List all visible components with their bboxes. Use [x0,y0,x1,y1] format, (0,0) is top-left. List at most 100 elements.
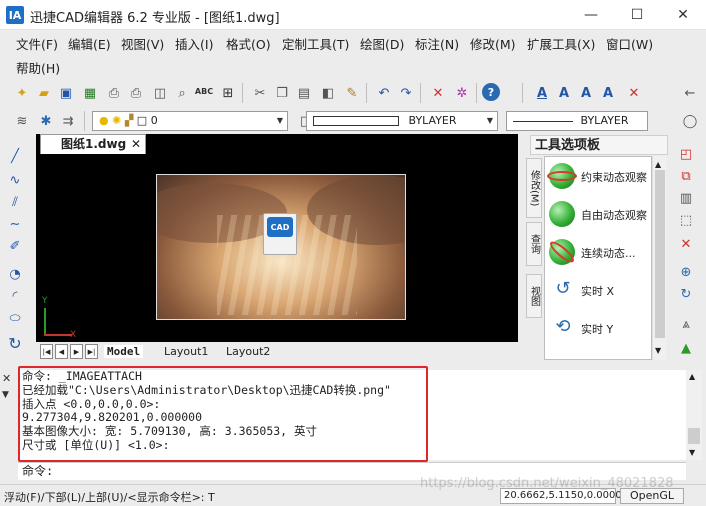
palette-item-free-orbit[interactable]: 自由动态观察 [545,197,651,233]
maximize-button[interactable]: ☐ [614,0,660,30]
menu-custom-tools[interactable]: 定制工具(T) [282,34,349,53]
menu-extend-tools[interactable]: 扩展工具(X) [527,34,595,53]
move-icon[interactable]: ⊕ [676,262,696,282]
open-icon[interactable]: ▰ [34,83,54,103]
palette-tab-query[interactable]: 查询 [526,222,542,266]
construction-line-icon[interactable]: ⫽ [5,192,25,212]
paste-icon[interactable]: ▤ [294,83,314,103]
menu-insert[interactable]: 插入(I) [175,34,213,53]
layer-state-icon[interactable]: ✱ [36,111,56,131]
palette-item-constrained-orbit[interactable]: 约束动态观察 [545,159,651,195]
sketch-icon[interactable]: ✐ [5,236,25,256]
copy-object-icon[interactable]: ⧉ [676,166,696,186]
minimize-button[interactable]: — [568,0,614,30]
block-icon[interactable]: ◧ [318,83,338,103]
mirror-icon[interactable]: ⩓ [676,314,696,334]
document-tab[interactable]: 图纸1.dwg ✕ [40,134,146,154]
palette-item-continuous-orbit[interactable]: 连续动态... [545,235,651,271]
menu-modify[interactable]: 修改(M) [470,34,516,53]
close-tab-icon[interactable]: ✕ [131,135,141,154]
linetype-dropdown[interactable]: BYLAYER ▼ [306,111,498,131]
match-properties-icon[interactable]: ✎ [342,83,362,103]
text-delete-icon[interactable]: ✕ [624,83,644,103]
draw-toolbar: ╱ ∿ ⫽ ∼ ✐ ◔ ◜ ⬭ ↻ [0,136,30,366]
save-icon[interactable]: ▣ [56,83,76,103]
scale-icon[interactable]: ▲ [676,338,696,358]
delete-object-icon[interactable]: ✕ [676,234,696,254]
menu-edit[interactable]: 编辑(E) [68,34,111,53]
command-menu-icon[interactable]: ▼ [2,390,9,400]
scroll-down-icon[interactable]: ▼ [689,448,695,457]
scroll-up-icon[interactable]: ▲ [689,372,695,381]
offset-icon[interactable]: ⬚ [676,210,696,230]
last-layout-icon[interactable]: ▶| [85,344,98,359]
line-icon[interactable]: ╱ [5,146,25,166]
palette-scrollbar[interactable]: ▲ ▼ [652,156,666,360]
print-preview-icon[interactable]: ◫ [150,83,170,103]
highlight-box [18,366,428,462]
menu-format[interactable]: 格式(O) [226,34,271,53]
copy-icon[interactable]: ❐ [272,83,292,103]
redo-icon[interactable]: ↷ [396,83,416,103]
orbit-ring-icon [547,171,577,181]
palette-tab-view[interactable]: 视图 [526,274,542,318]
layers-icon[interactable]: ≋ [12,111,32,131]
rotate-icon[interactable]: ↻ [676,284,696,304]
layer-previous-icon[interactable]: ⇉ [58,111,78,131]
binoculars-icon[interactable]: ⊞ [218,83,238,103]
tab-model[interactable]: Model [104,345,144,358]
polyline-icon[interactable]: ∿ [5,170,25,190]
delete-icon[interactable]: ✕ [428,83,448,103]
first-layout-icon[interactable]: |◀ [40,344,53,359]
command-scrollbar[interactable]: ▲ ▼ [686,370,702,460]
title-bar: IA 迅捷CAD编辑器 6.2 专业版 - [图纸1.dwg] — ☐ ✕ [0,0,706,30]
palette-item-realtime-x[interactable]: ↺ 实时 X [545,273,651,309]
prev-layout-icon[interactable]: ◀ [55,344,68,359]
scroll-thumb[interactable] [655,170,665,338]
scroll-down-icon[interactable]: ▼ [655,346,661,355]
close-command-icon[interactable]: ✕ [2,372,11,385]
menu-draw[interactable]: 绘图(D) [360,34,404,53]
scroll-thumb[interactable] [688,428,700,444]
spellcheck-icon[interactable]: ABC [194,82,214,102]
palette-tab-modify[interactable]: 修改(M) [526,158,542,218]
menu-view[interactable]: 视图(V) [121,34,164,53]
layer-dropdown[interactable]: ● ✺ ▞ □ 0 ▼ [92,111,288,131]
cut-icon[interactable]: ✂ [250,83,270,103]
erase-icon[interactable]: ◰ [676,144,696,164]
refresh-icon[interactable]: ↻ [5,334,25,354]
text-edit-icon[interactable]: A [576,83,596,103]
menu-file[interactable]: 文件(F) [16,34,58,53]
array-icon[interactable]: ▥ [676,188,696,208]
spline-icon[interactable]: ∼ [5,214,25,234]
grid-icon[interactable]: ▦ [80,83,100,103]
attached-image[interactable]: CAD [156,174,406,320]
menu-dimension[interactable]: 标注(N) [415,34,459,53]
close-button[interactable]: ✕ [660,0,706,30]
arrow-left-icon[interactable]: ← [680,83,700,103]
lineweight-dropdown[interactable]: BYLAYER [506,111,648,131]
toolbar-separator [84,111,85,131]
text-style-icon[interactable]: A [554,83,574,103]
print-icon[interactable]: ⎙ [104,83,124,103]
purge-icon[interactable]: ✲ [452,83,472,103]
circle-icon[interactable]: ◔ [5,264,25,284]
next-layout-icon[interactable]: ▶ [70,344,83,359]
scroll-up-icon[interactable]: ▲ [655,160,661,169]
tab-layout2[interactable]: Layout2 [226,345,270,358]
text-style-icon[interactable]: A [532,83,552,103]
find-icon[interactable]: ⌕ [172,83,192,103]
help-icon[interactable]: ? [482,83,500,101]
ellipse-icon[interactable]: ⬭ [5,308,25,328]
undo-icon[interactable]: ↶ [374,83,394,103]
menu-help[interactable]: 帮助(H) [16,58,60,77]
new-icon[interactable]: ✦ [12,83,32,103]
palette-item-realtime-y[interactable]: ⟲ 实时 Y [545,311,651,347]
arc-icon[interactable]: ◜ [5,286,25,306]
circle-tool-icon[interactable]: ◯ [680,111,700,131]
text-scale-icon[interactable]: A [598,83,618,103]
plot-icon[interactable]: ⎙ [126,83,146,103]
tab-layout1[interactable]: Layout1 [164,345,208,358]
drawing-canvas[interactable]: CAD Y X [40,156,518,342]
menu-window[interactable]: 窗口(W) [606,34,653,53]
